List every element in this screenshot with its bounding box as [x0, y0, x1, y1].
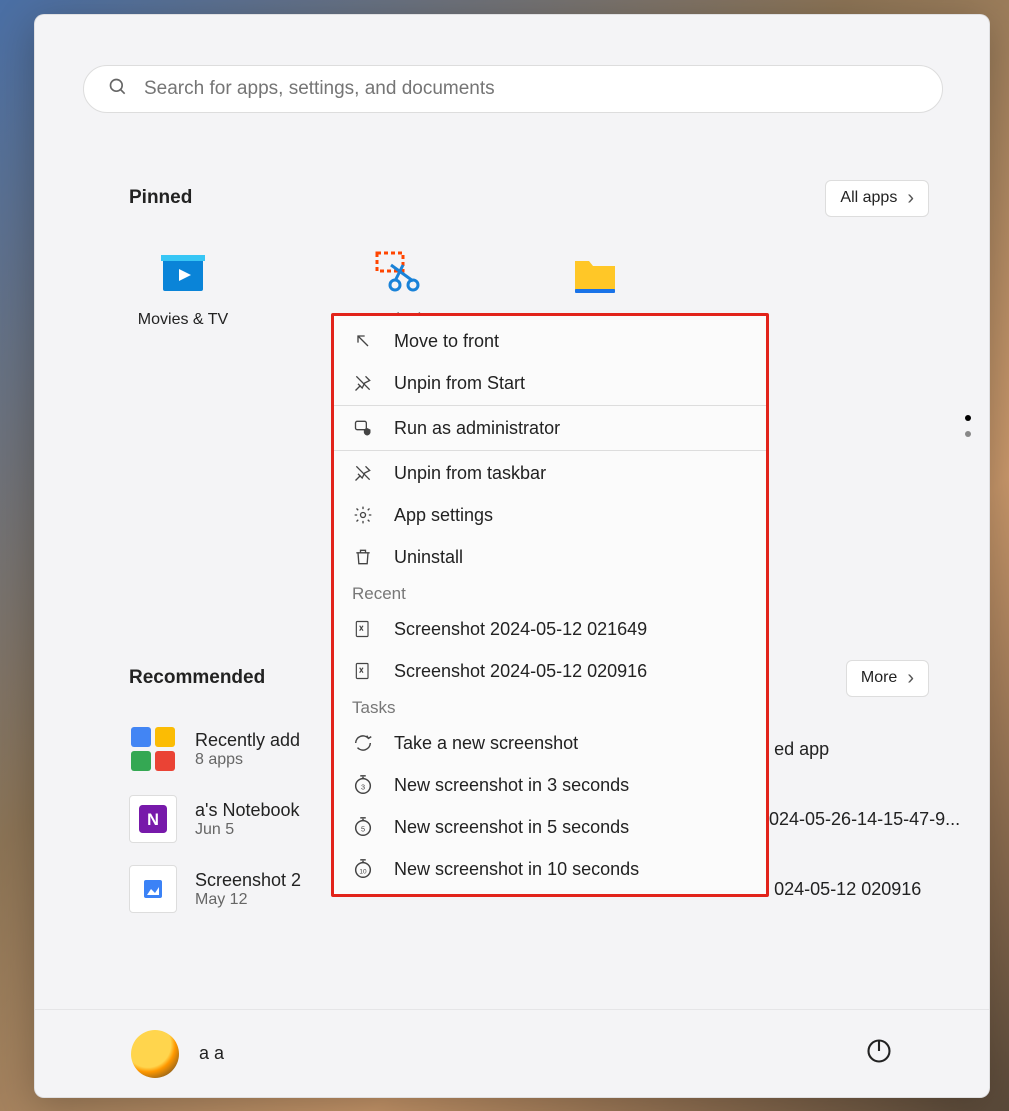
pinned-header: Pinned	[129, 187, 192, 209]
more-button[interactable]: More	[846, 660, 929, 697]
ctx-unpin-from-taskbar[interactable]: Unpin from taskbar	[334, 452, 766, 494]
ctx-recent-file[interactable]: Screenshot 2024-05-12 021649	[334, 608, 766, 650]
snip-file-icon	[352, 618, 374, 640]
ctx-uninstall[interactable]: Uninstall	[334, 536, 766, 578]
apps-group-icon	[129, 725, 177, 773]
ctx-separator	[334, 450, 766, 451]
rec-sub: Jun 5	[195, 821, 300, 839]
ctx-task-5sec[interactable]: 5 New screenshot in 5 seconds	[334, 806, 766, 848]
ctx-label: New screenshot in 3 seconds	[394, 775, 629, 796]
ctx-separator	[334, 405, 766, 406]
rec-title: ed app	[774, 739, 829, 760]
rec-sub: May 12	[195, 891, 301, 909]
movies-tv-icon	[157, 251, 209, 299]
power-button[interactable]	[865, 1037, 893, 1070]
search-icon	[108, 77, 128, 102]
pinned-app-movies-tv[interactable]: Movies & TV	[115, 251, 251, 329]
rec-sub: 8 apps	[195, 751, 300, 769]
chevron-right-icon	[907, 667, 914, 690]
snipping-tool-icon	[373, 251, 425, 299]
snip-file-icon	[352, 660, 374, 682]
file-explorer-icon	[569, 251, 621, 299]
ctx-recent-header: Recent	[334, 578, 766, 608]
context-menu: Move to front Unpin from Start Run as ad…	[331, 313, 769, 897]
unpin-icon	[352, 372, 374, 394]
timer-10-icon: 10	[352, 858, 374, 880]
trash-icon	[352, 546, 374, 568]
more-label: More	[861, 669, 897, 687]
rec-title: Recently add	[195, 730, 300, 751]
pager-dot[interactable]	[965, 415, 971, 421]
rec-title: a's Notebook	[195, 800, 300, 821]
pager-dot[interactable]	[965, 431, 971, 437]
timer-3-icon: 3	[352, 774, 374, 796]
chevron-right-icon	[907, 187, 914, 210]
svg-text:3: 3	[361, 783, 365, 792]
ctx-label: Uninstall	[394, 547, 463, 568]
ctx-label: New screenshot in 5 seconds	[394, 817, 629, 838]
search-bar[interactable]	[83, 65, 943, 113]
rec-title: 024-05-12 020916	[774, 879, 921, 900]
recommended-header: Recommended	[129, 667, 265, 689]
ctx-label: App settings	[394, 505, 493, 526]
image-file-icon	[129, 865, 177, 913]
ctx-unpin-from-start[interactable]: Unpin from Start	[334, 362, 766, 404]
ctx-label: Screenshot 2024-05-12 020916	[394, 661, 647, 682]
ctx-move-to-front[interactable]: Move to front	[334, 320, 766, 362]
ctx-label: Take a new screenshot	[394, 733, 578, 754]
ctx-tasks-header: Tasks	[334, 692, 766, 722]
search-input[interactable]	[144, 78, 924, 100]
page-indicator	[965, 415, 971, 437]
ctx-label: Run as administrator	[394, 418, 560, 439]
ctx-label: Unpin from Start	[394, 373, 525, 394]
ctx-task-new-screenshot[interactable]: Take a new screenshot	[334, 722, 766, 764]
ctx-task-10sec[interactable]: 10 New screenshot in 10 seconds	[334, 848, 766, 890]
snip-icon	[352, 732, 374, 754]
ctx-task-3sec[interactable]: 3 New screenshot in 3 seconds	[334, 764, 766, 806]
ctx-label: Screenshot 2024-05-12 021649	[394, 619, 647, 640]
svg-text:N: N	[147, 811, 159, 829]
user-account-button[interactable]: a a	[131, 1030, 224, 1078]
pinned-label: Movies & TV	[138, 311, 228, 329]
onenote-icon: N	[129, 795, 177, 843]
admin-shield-icon	[352, 417, 374, 439]
svg-text:5: 5	[361, 825, 365, 834]
rec-title: Screenshot 2	[195, 870, 301, 891]
all-apps-button[interactable]: All apps	[825, 180, 929, 217]
ctx-app-settings[interactable]: App settings	[334, 494, 766, 536]
ctx-recent-file[interactable]: Screenshot 2024-05-12 020916	[334, 650, 766, 692]
svg-text:10: 10	[359, 869, 367, 876]
timer-5-icon: 5	[352, 816, 374, 838]
ctx-run-as-admin[interactable]: Run as administrator	[334, 407, 766, 449]
gear-icon	[352, 504, 374, 526]
arrow-top-left-icon	[352, 330, 374, 352]
all-apps-label: All apps	[840, 189, 897, 207]
user-avatar	[131, 1030, 179, 1078]
ctx-label: Move to front	[394, 331, 499, 352]
rec-title: 024-05-26-14-15-47-9...	[769, 809, 960, 830]
ctx-label: Unpin from taskbar	[394, 463, 546, 484]
ctx-label: New screenshot in 10 seconds	[394, 859, 639, 880]
start-menu: Pinned All apps Movies & TV Snipp	[34, 14, 990, 1098]
user-name: a a	[199, 1043, 224, 1064]
unpin-icon	[352, 462, 374, 484]
